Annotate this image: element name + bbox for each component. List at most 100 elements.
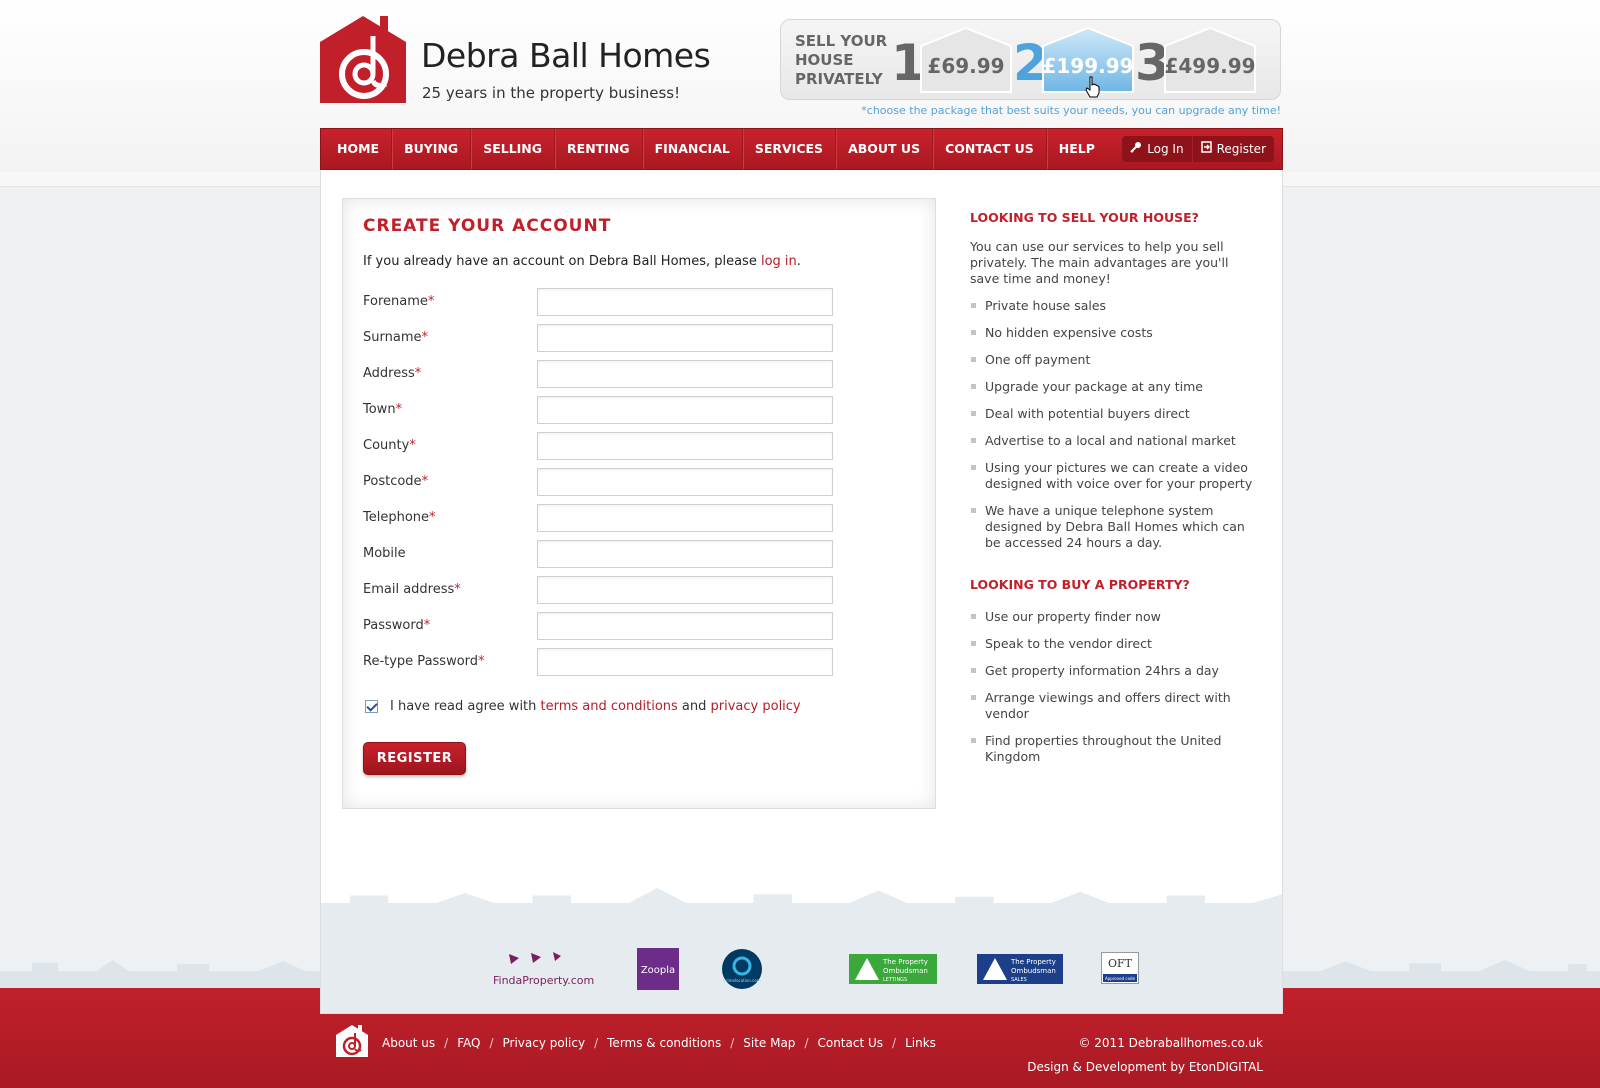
retype-password-input[interactable] — [537, 648, 833, 676]
footer-link-privacy[interactable]: Privacy policy — [503, 1036, 586, 1050]
sell-privately-banner: SELL YOUR HOUSE PRIVATELY 1 £69.99 2 £19… — [780, 19, 1281, 100]
login-label: Log In — [1147, 142, 1184, 156]
login-prompt-suffix: . — [796, 254, 801, 269]
svg-text:OFT: OFT — [1108, 957, 1133, 970]
login-link[interactable]: log in — [761, 254, 797, 269]
nav-buying[interactable]: BUYING — [392, 129, 472, 169]
primelocation-logo[interactable]: primelocation.com — [721, 948, 763, 994]
create-account-panel: CREATE YOUR ACCOUNT If you already have … — [342, 198, 936, 809]
separator: / — [730, 1036, 735, 1050]
email-input[interactable] — [537, 576, 833, 604]
nav-help[interactable]: HELP — [1047, 129, 1107, 169]
county-row: County* — [363, 432, 833, 460]
nav-renting[interactable]: RENTING — [555, 129, 643, 169]
buy-heading: LOOKING TO BUY A PROPERTY? — [970, 577, 1190, 592]
package-price: £199.99 — [1042, 54, 1134, 78]
logo-icon[interactable] — [320, 16, 406, 103]
hand-cursor-icon — [1085, 76, 1101, 102]
nav-financial[interactable]: FINANCIAL — [643, 129, 743, 169]
list-item: Get property information 24hrs a day — [970, 663, 1260, 679]
register-nav-button[interactable]: Register — [1191, 136, 1274, 162]
svg-text:The Property: The Property — [1010, 958, 1056, 966]
main-navigation: HOME BUYING SELLING RENTING FINANCIAL SE… — [320, 128, 1283, 170]
list-item: Advertise to a local and national market — [970, 433, 1260, 449]
address-input[interactable] — [537, 360, 833, 388]
privacy-link[interactable]: privacy policy — [711, 699, 801, 714]
password-label: Password* — [363, 618, 431, 633]
telephone-row: Telephone* — [363, 504, 833, 532]
page-title: CREATE YOUR ACCOUNT — [363, 216, 612, 236]
separator: / — [594, 1036, 599, 1050]
nav-contact-us[interactable]: CONTACT US — [933, 129, 1047, 169]
footer-link-about[interactable]: About us — [382, 1036, 435, 1050]
sell-heading: LOOKING TO SELL YOUR HOUSE? — [970, 210, 1199, 225]
sidebar: LOOKING TO SELL YOUR HOUSE? You can use … — [970, 210, 1260, 776]
required-marker: * — [429, 510, 436, 525]
forename-input[interactable] — [537, 288, 833, 316]
list-item: Deal with potential buyers direct — [970, 406, 1260, 422]
svg-text:SALES: SALES — [1011, 977, 1027, 983]
brand-name[interactable]: Debra Ball Homes — [421, 36, 711, 75]
required-marker: * — [478, 654, 485, 669]
package-price: £69.99 — [927, 54, 1005, 78]
footer-link-faq[interactable]: FAQ — [457, 1036, 480, 1050]
required-marker: * — [421, 474, 429, 489]
postcode-input[interactable] — [537, 468, 833, 496]
nav-services[interactable]: SERVICES — [743, 129, 837, 169]
county-input[interactable] — [537, 432, 833, 460]
login-button[interactable]: Log In — [1122, 136, 1191, 162]
list-item: Private house sales — [970, 298, 1260, 314]
email-row: Email address* — [363, 576, 833, 604]
list-item: Find properties throughout the United Ki… — [970, 733, 1260, 765]
separator: / — [444, 1036, 449, 1050]
partner-logos: FindaProperty.com Zoopla primelocation.c… — [321, 948, 1282, 998]
footer-link-links[interactable]: Links — [905, 1036, 936, 1050]
nav-selling[interactable]: SELLING — [471, 129, 556, 169]
required-marker: * — [454, 582, 461, 597]
mobile-label: Mobile — [363, 546, 406, 561]
separator: / — [804, 1036, 809, 1050]
svg-text:Ombudsman: Ombudsman — [883, 967, 928, 975]
surname-input[interactable] — [537, 324, 833, 352]
town-input[interactable] — [537, 396, 833, 424]
footer-logo-icon[interactable] — [336, 1025, 368, 1057]
address-label: Address* — [363, 366, 422, 381]
list-item: Arrange viewings and offers direct with … — [970, 690, 1260, 722]
mobile-row: Mobile — [363, 540, 833, 568]
findaproperty-logo[interactable]: FindaProperty.com — [491, 948, 601, 992]
nav-home[interactable]: HOME — [321, 129, 393, 169]
mobile-input[interactable] — [537, 540, 833, 568]
oft-logo[interactable]: OFT Approved code — [1101, 952, 1139, 988]
main-content: CREATE YOUR ACCOUNT If you already have … — [320, 170, 1283, 1014]
ombudsman-sales-logo[interactable]: The Property Ombudsman SALES — [977, 954, 1063, 988]
separator: / — [489, 1036, 494, 1050]
skyline-decoration-right — [1282, 960, 1600, 988]
register-icon — [1200, 136, 1212, 162]
nav-about-us[interactable]: ABOUT US — [836, 129, 934, 169]
list-item: We have a unique telephone system design… — [970, 503, 1260, 551]
key-icon — [1130, 136, 1142, 162]
footer-links: About us / FAQ / Privacy policy / Terms & c… — [382, 1036, 936, 1050]
county-label: County* — [363, 438, 416, 453]
buy-benefits-list: Use our property finder now Speak to the… — [970, 609, 1260, 765]
required-marker: * — [421, 330, 428, 345]
required-marker: * — [423, 618, 431, 633]
register-button[interactable]: REGISTER — [363, 742, 466, 775]
sell-benefits-list: Private house sales No hidden expensive … — [970, 298, 1260, 551]
retype-password-label: Re-type Password* — [363, 654, 485, 669]
password-input[interactable] — [537, 612, 833, 640]
footer-link-sitemap[interactable]: Site Map — [743, 1036, 795, 1050]
login-prompt: If you already have an account on Debra … — [363, 254, 801, 269]
footer-link-contact[interactable]: Contact Us — [817, 1036, 883, 1050]
terms-link[interactable]: terms and conditions — [541, 699, 678, 714]
svg-text:The Property: The Property — [882, 958, 928, 966]
agree-checkbox[interactable] — [365, 700, 378, 713]
primelocation-text: primelocation.com — [723, 978, 760, 983]
telephone-label: Telephone* — [363, 510, 436, 525]
surname-label: Surname* — [363, 330, 428, 345]
list-item: One off payment — [970, 352, 1260, 368]
ombudsman-lettings-logo[interactable]: The Property Ombudsman LETTINGS — [849, 954, 937, 988]
zoopla-logo[interactable]: Zoopla — [637, 948, 679, 994]
footer-link-terms[interactable]: Terms & conditions — [607, 1036, 721, 1050]
telephone-input[interactable] — [537, 504, 833, 532]
